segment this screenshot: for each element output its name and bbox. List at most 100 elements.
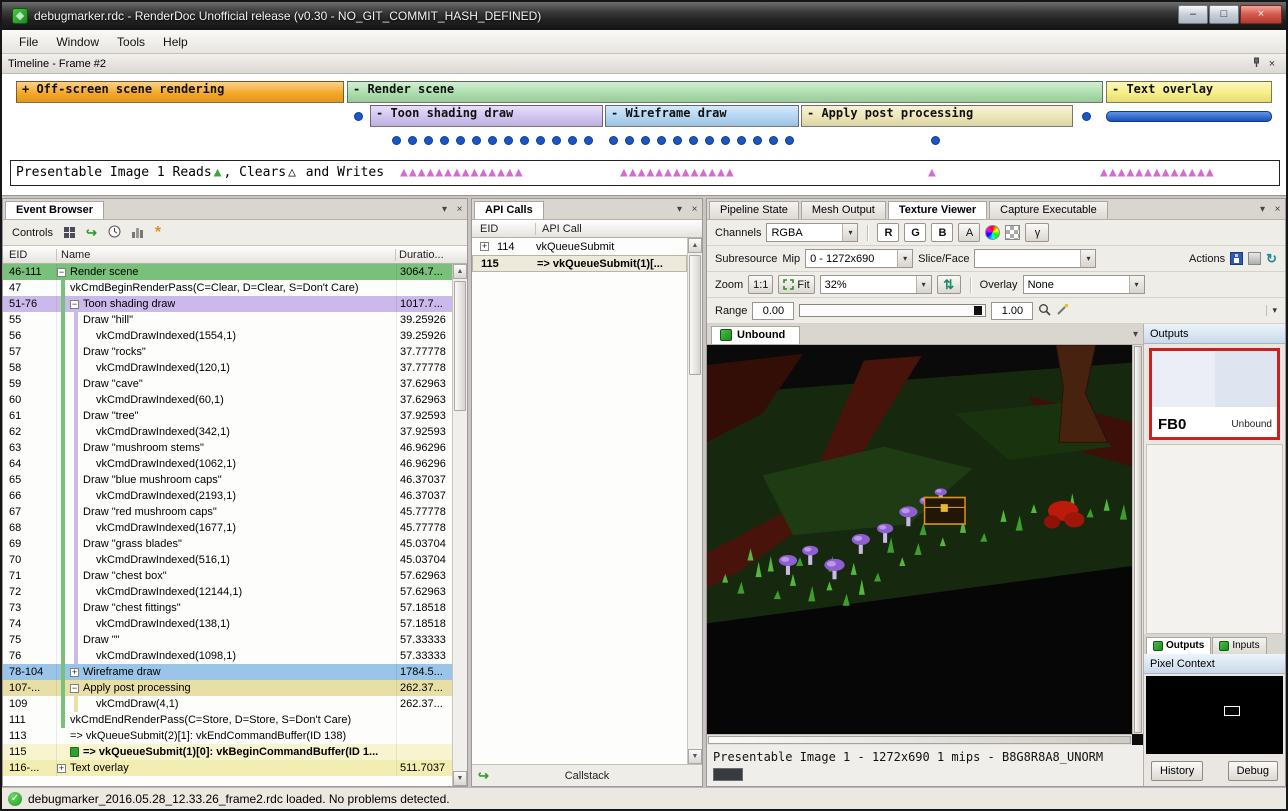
scroll-down-icon[interactable]: ▼	[453, 771, 467, 786]
checkerboard-icon[interactable]	[1005, 225, 1020, 240]
refresh-icon[interactable]: ↻	[1266, 251, 1277, 267]
zoom-1-1-button[interactable]: 1:1	[748, 275, 773, 294]
blue-channel-button[interactable]: B	[931, 223, 953, 242]
jump-arrow-icon[interactable]: ↪	[86, 227, 97, 238]
expander-icon[interactable]: +	[57, 764, 66, 773]
close-icon[interactable]: ×	[1270, 204, 1285, 215]
event-row[interactable]: 69Draw "grass blades"45.03704	[3, 536, 452, 552]
clock-icon[interactable]	[108, 225, 121, 241]
column-api-call[interactable]: API Call	[536, 223, 702, 235]
event-row[interactable]: 76vkCmdDrawIndexed(1098,1)57.33333	[3, 648, 452, 664]
tab-texture-viewer[interactable]: Texture Viewer	[888, 201, 987, 219]
alpha-channel-button[interactable]: A	[958, 223, 980, 242]
range-max-input[interactable]: 1.00	[991, 302, 1033, 320]
save-texture-icon[interactable]	[1230, 252, 1243, 265]
event-row[interactable]: 107-...−Apply post processing262.37...	[3, 680, 452, 696]
viewport-vscrollbar[interactable]	[1132, 345, 1143, 734]
event-row[interactable]: 47vkCmdBeginRenderPass(C=Clear, D=Clear,…	[3, 280, 452, 296]
tab-api-calls[interactable]: API Calls	[474, 201, 544, 219]
event-row[interactable]: 60vkCmdDrawIndexed(60,1)37.62963	[3, 392, 452, 408]
fit-button[interactable]: Fit	[778, 275, 814, 294]
event-row[interactable]: 74vkCmdDrawIndexed(138,1)57.18518	[3, 616, 452, 632]
event-row[interactable]: 68vkCmdDrawIndexed(1677,1)45.77778	[3, 520, 452, 536]
minimize-button[interactable]: –	[1178, 5, 1208, 24]
event-row[interactable]: 116-...+Text overlay511.7037	[3, 760, 452, 776]
event-row[interactable]: 111vkCmdEndRenderPass(C=Store, D=Store, …	[3, 712, 452, 728]
column-eid[interactable]: EID	[3, 249, 57, 261]
event-row[interactable]: 109vkCmdDraw(4,1)262.37...	[3, 696, 452, 712]
overlay-select[interactable]: None ▾	[1023, 275, 1145, 294]
chevron-down-icon[interactable]: ▾	[672, 204, 687, 215]
grid-icon[interactable]	[64, 227, 75, 238]
callstack-icon[interactable]: ↪	[478, 770, 489, 781]
event-row[interactable]: 62vkCmdDrawIndexed(342,1)37.92593	[3, 424, 452, 440]
color-wheel-icon[interactable]	[985, 225, 1000, 240]
red-channel-button[interactable]: R	[877, 223, 899, 242]
open-texture-list-icon[interactable]	[1248, 252, 1261, 265]
slice-face-select[interactable]: ▾	[974, 249, 1096, 268]
range-min-input[interactable]: 0.00	[752, 302, 794, 320]
star-icon[interactable]: *	[155, 228, 161, 238]
timeline-marker-bar[interactable]: - Toon shading draw	[370, 105, 603, 127]
api-call-row[interactable]: +114vkQueueSubmit	[472, 238, 687, 255]
mip-select[interactable]: 0 - 1272x690 ▾	[805, 249, 913, 268]
event-row[interactable]: 75Draw ""57.33333	[3, 632, 452, 648]
expander-icon[interactable]: −	[70, 300, 79, 309]
event-row[interactable]: 115=> vkQueueSubmit(1)[0]: vkBeginComman…	[3, 744, 452, 760]
timeline-marker-bar[interactable]: - Wireframe draw	[605, 105, 799, 127]
expander-icon[interactable]: −	[70, 684, 79, 693]
scrollbar-thumb[interactable]	[689, 255, 701, 375]
event-row[interactable]: 67Draw "red mushroom caps"45.77778	[3, 504, 452, 520]
event-row[interactable]: 70vkCmdDrawIndexed(516,1)45.03704	[3, 552, 452, 568]
output-fb0-thumbnail[interactable]: FB0 Unbound	[1149, 348, 1280, 440]
menu-item-tools[interactable]: Tools	[108, 32, 154, 52]
event-row[interactable]: 57Draw "rocks"37.77778	[3, 344, 452, 360]
event-row[interactable]: 46-111−Render scene3064.7...	[3, 264, 452, 280]
timeline-marker-bar[interactable]: - Text overlay	[1106, 81, 1272, 103]
zoom-select[interactable]: 32% ▾	[820, 275, 932, 294]
expander-icon[interactable]: +	[480, 242, 489, 251]
menu-item-help[interactable]: Help	[154, 32, 197, 52]
gamma-button[interactable]: γ	[1025, 223, 1049, 242]
event-row[interactable]: 72vkCmdDrawIndexed(12144,1)57.62963	[3, 584, 452, 600]
texture-viewport[interactable]	[707, 345, 1143, 745]
event-row[interactable]: 65Draw "blue mushroom caps"46.37037	[3, 472, 452, 488]
magnifier-icon[interactable]	[1038, 303, 1051, 319]
debug-button[interactable]: Debug	[1228, 761, 1278, 781]
tab-pipeline-state[interactable]: Pipeline State	[709, 201, 799, 219]
chevron-down-icon[interactable]: ▾	[1128, 329, 1143, 340]
event-row[interactable]: 78-104+Wireframe draw1784.5...	[3, 664, 452, 680]
event-browser-scrollbar[interactable]: ▲ ▼	[452, 264, 467, 786]
scroll-down-icon[interactable]: ▼	[688, 749, 702, 764]
menu-item-window[interactable]: Window	[47, 32, 108, 52]
event-row[interactable]: 58vkCmdDrawIndexed(120,1)37.77778	[3, 360, 452, 376]
menu-item-file[interactable]: File	[10, 32, 47, 52]
event-row[interactable]: 61Draw "tree"37.92593	[3, 408, 452, 424]
event-row[interactable]: 73Draw "chest fittings"57.18518	[3, 600, 452, 616]
close-icon[interactable]: ×	[1264, 58, 1280, 70]
chevron-down-icon[interactable]: ▾	[437, 204, 452, 215]
timeline-panel[interactable]: + Off-screen scene rendering- Render sce…	[2, 74, 1286, 196]
close-icon[interactable]: ×	[687, 204, 702, 215]
event-row[interactable]: 56vkCmdDrawIndexed(1554,1)39.25926	[3, 328, 452, 344]
scroll-up-icon[interactable]: ▲	[453, 264, 467, 279]
expander-icon[interactable]: +	[70, 668, 79, 677]
maximize-button[interactable]: □	[1209, 5, 1239, 24]
event-row[interactable]: 113=> vkQueueSubmit(2)[1]: vkEndCommandB…	[3, 728, 452, 744]
tab-outputs[interactable]: Outputs	[1146, 637, 1211, 654]
flip-y-button[interactable]: ⇅	[937, 275, 961, 294]
timeline-marker-bar[interactable]: + Off-screen scene rendering	[16, 81, 344, 103]
range-slider[interactable]	[799, 304, 986, 317]
column-name[interactable]: Name	[57, 249, 396, 261]
close-icon[interactable]: ×	[452, 204, 467, 215]
api-calls-scrollbar[interactable]: ▲ ▼	[687, 238, 702, 764]
pin-icon[interactable]	[1248, 57, 1264, 71]
stats-icon[interactable]	[132, 227, 144, 238]
history-button[interactable]: History	[1151, 761, 1203, 781]
scroll-up-icon[interactable]: ▲	[688, 238, 702, 253]
chevron-down-icon[interactable]: ▾	[1255, 204, 1270, 215]
timeline-marker-bar[interactable]: - Apply post processing	[801, 105, 1073, 127]
tab-inputs[interactable]: Inputs	[1212, 637, 1266, 654]
autofit-wand-icon[interactable]	[1056, 303, 1069, 319]
event-row[interactable]: 51-76−Toon shading draw1017.7...	[3, 296, 452, 312]
